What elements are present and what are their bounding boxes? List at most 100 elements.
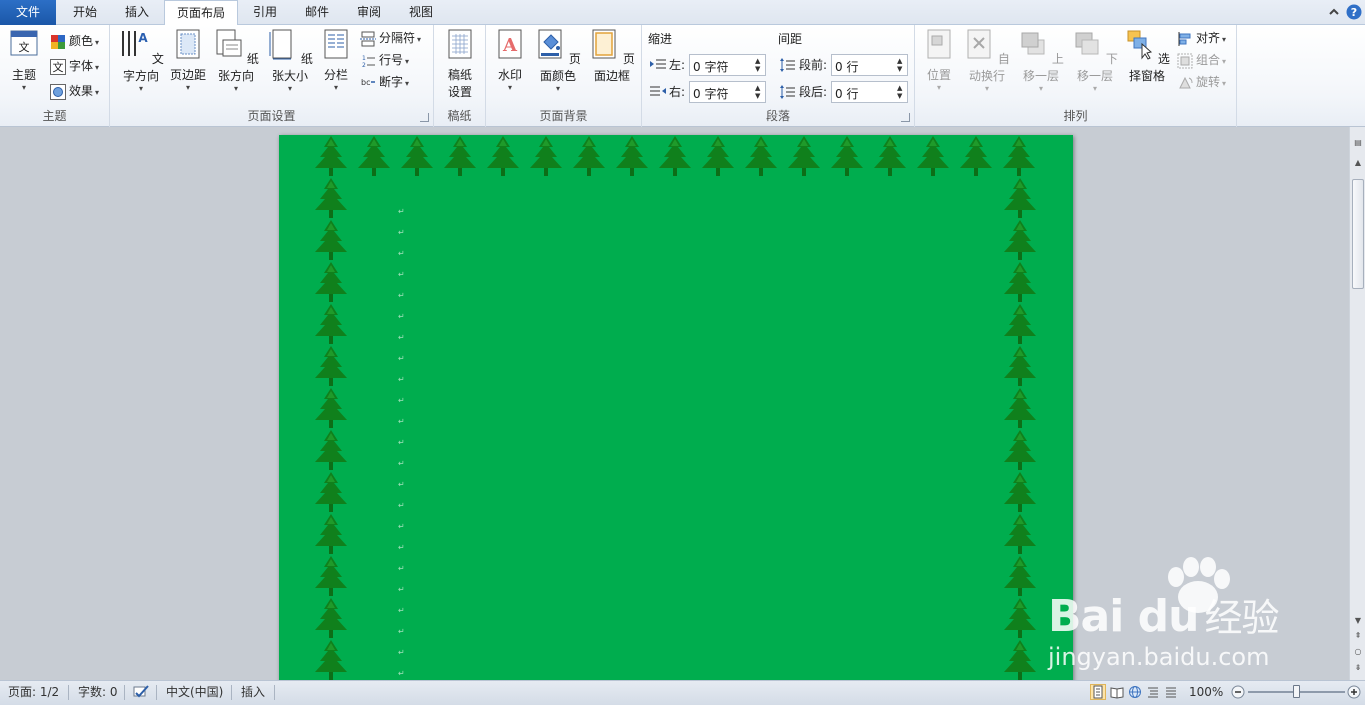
reading-view-icon[interactable]	[1109, 684, 1125, 700]
tab-view[interactable]: 视图	[396, 0, 446, 25]
outline-view-icon[interactable]	[1145, 684, 1161, 700]
ribbon: 文 主题 ▾ 颜色 ▾ 文 字体 ▾ 效果 ▾ 主题 A 文字方向 ▾ 页边距 …	[0, 25, 1365, 127]
ruler-toggle-icon[interactable]: ▤	[1352, 137, 1364, 149]
tree-icon	[354, 135, 394, 177]
position-button[interactable]: 位置 ▾	[921, 28, 957, 93]
paper-size-button[interactable]: 纸张大小 ▾	[264, 28, 316, 94]
theme-effects-button[interactable]: 效果 ▾	[50, 81, 99, 101]
browse-object-icon[interactable]: ○	[1352, 646, 1364, 658]
spin-down-icon[interactable]: ▼	[897, 65, 905, 73]
group-manuscript: 稿纸 设置 稿纸	[434, 25, 486, 127]
bring-forward-button[interactable]: 上移一层 ▾	[1015, 28, 1067, 94]
spin-up-icon[interactable]: ▲	[755, 84, 763, 92]
tab-references[interactable]: 引用	[240, 0, 290, 25]
previous-page-icon[interactable]: ⇞	[1352, 630, 1364, 642]
tree-icon	[1000, 597, 1040, 639]
dialog-launcher-icon[interactable]	[901, 113, 910, 122]
tree-icon	[1000, 429, 1040, 471]
tab-review[interactable]: 审阅	[344, 0, 394, 25]
text-direction-button[interactable]: A 文字方向 ▾	[116, 28, 166, 94]
paper-size-icon	[269, 29, 292, 60]
help-icon[interactable]: ?	[1346, 4, 1362, 20]
spin-down-icon[interactable]: ▼	[755, 65, 763, 73]
rotate-label: 旋转	[1196, 75, 1221, 89]
tab-file[interactable]: 文件	[0, 0, 56, 25]
spin-up-icon[interactable]: ▲	[897, 57, 905, 65]
indent-left-field[interactable]: 0 字符 ▲ ▼	[689, 54, 766, 76]
line-numbers-label: 行号	[379, 53, 404, 67]
tab-mailings[interactable]: 邮件	[292, 0, 342, 25]
tab-insert[interactable]: 插入	[112, 0, 162, 25]
tab-home[interactable]: 开始	[60, 0, 110, 25]
proofing-check-icon[interactable]	[132, 684, 150, 700]
chevron-down-icon: ▾	[1222, 79, 1227, 88]
ribbon-tab-bar: 文件 开始 插入 页面布局 引用 邮件 审阅 视图 ?	[0, 0, 1365, 26]
status-language[interactable]: 中文(中国)	[166, 681, 223, 703]
bring-forward-icon	[1021, 32, 1045, 55]
hyphenation-label: 断字	[379, 75, 404, 89]
theme-fonts-button[interactable]: 文 字体 ▾	[50, 56, 99, 76]
hyphenation-button[interactable]: bc 断字 ▾	[360, 72, 409, 92]
page-borders-button[interactable]: 页面边框	[586, 28, 638, 84]
scroll-thumb[interactable]	[1352, 179, 1364, 289]
svg-text:文: 文	[53, 60, 64, 74]
print-layout-view-icon[interactable]	[1090, 684, 1106, 700]
svg-text:A: A	[138, 31, 148, 45]
spacing-before-icon	[780, 58, 795, 72]
tree-icon	[698, 135, 738, 177]
document-page[interactable]: ↵ ↵ ↵ ↵ ↵ ↵ ↵ ↵ ↵ ↵ ↵ ↵ ↵ ↵ ↵ ↵ ↵ ↵ ↵ ↵ ↵ ↵ ↵	[279, 135, 1073, 680]
spacing-before-field[interactable]: 0 行 ▲ ▼	[831, 54, 908, 76]
chevron-up-icon[interactable]	[1326, 4, 1342, 20]
spin-up-icon[interactable]: ▲	[897, 84, 905, 92]
paw-icon	[1168, 557, 1230, 613]
next-page-icon[interactable]: ⇟	[1352, 662, 1364, 674]
align-button[interactable]: 对齐 ▾	[1177, 28, 1226, 48]
tree-icon	[655, 135, 695, 177]
send-backward-button[interactable]: 下移一层 ▾	[1069, 28, 1121, 94]
page-color-button[interactable]: 页面颜色 ▾	[532, 28, 584, 94]
watermark-button[interactable]: A 水印 ▾	[490, 28, 530, 93]
scroll-down-icon[interactable]: ▼	[1352, 615, 1364, 627]
spacing-after-field[interactable]: 0 行 ▲ ▼	[831, 81, 908, 103]
tab-page-layout[interactable]: 页面布局	[164, 0, 238, 26]
zoom-level[interactable]: 100%	[1189, 681, 1223, 703]
page-break-icon	[360, 31, 376, 46]
zoom-in-icon[interactable]	[1347, 685, 1361, 699]
spin-down-icon[interactable]: ▼	[897, 92, 905, 100]
vertical-scrollbar[interactable]: ▤ ▲ ▼ ⇞ ○ ⇟	[1349, 127, 1365, 680]
margins-button[interactable]: 页边距 ▾	[168, 28, 208, 93]
status-insert-mode[interactable]: 插入	[241, 681, 265, 703]
status-words[interactable]: 字数: 0	[78, 681, 118, 703]
chevron-down-icon: ▾	[21, 83, 26, 92]
dialog-launcher-icon[interactable]	[420, 113, 429, 122]
watermark-label: 水印	[497, 68, 522, 82]
wrap-text-button[interactable]: 自动换行 ▾	[961, 28, 1013, 94]
chevron-down-icon: ▾	[1092, 84, 1097, 93]
orientation-button[interactable]: 纸张方向 ▾	[210, 28, 262, 94]
paragraph-mark: ↵	[398, 648, 405, 657]
watermark-icon: A	[498, 29, 522, 59]
margins-icon	[176, 29, 200, 59]
status-page[interactable]: 页面: 1/2	[8, 681, 59, 703]
columns-button[interactable]: 分栏 ▾	[318, 28, 354, 93]
chevron-down-icon: ▾	[1038, 84, 1043, 93]
zoom-out-icon[interactable]	[1231, 685, 1245, 699]
zoom-slider-thumb[interactable]	[1293, 685, 1300, 698]
group-themes: 文 主题 ▾ 颜色 ▾ 文 字体 ▾ 效果 ▾ 主题	[0, 25, 110, 127]
svg-text:1: 1	[362, 55, 366, 62]
theme-colors-button[interactable]: 颜色 ▾	[50, 31, 99, 51]
selection-pane-button[interactable]: 选择窗格	[1121, 28, 1173, 84]
breaks-button[interactable]: 分隔符 ▾	[360, 28, 421, 48]
rotate-button[interactable]: 旋转 ▾	[1177, 72, 1226, 92]
spin-down-icon[interactable]: ▼	[755, 92, 763, 100]
themes-button[interactable]: 文 主题 ▾	[4, 28, 44, 93]
manuscript-settings-button[interactable]: 稿纸 设置	[440, 28, 480, 100]
scroll-up-icon[interactable]: ▲	[1352, 157, 1364, 169]
group-objects-button[interactable]: 组合 ▾	[1177, 50, 1226, 70]
web-layout-view-icon[interactable]	[1127, 684, 1143, 700]
line-numbers-button[interactable]: 1 2 行号 ▾	[360, 50, 409, 70]
spin-up-icon[interactable]: ▲	[755, 57, 763, 65]
spacing-before-value: 0 行	[835, 60, 859, 74]
indent-right-field[interactable]: 0 字符 ▲ ▼	[689, 81, 766, 103]
draft-view-icon[interactable]	[1163, 684, 1179, 700]
